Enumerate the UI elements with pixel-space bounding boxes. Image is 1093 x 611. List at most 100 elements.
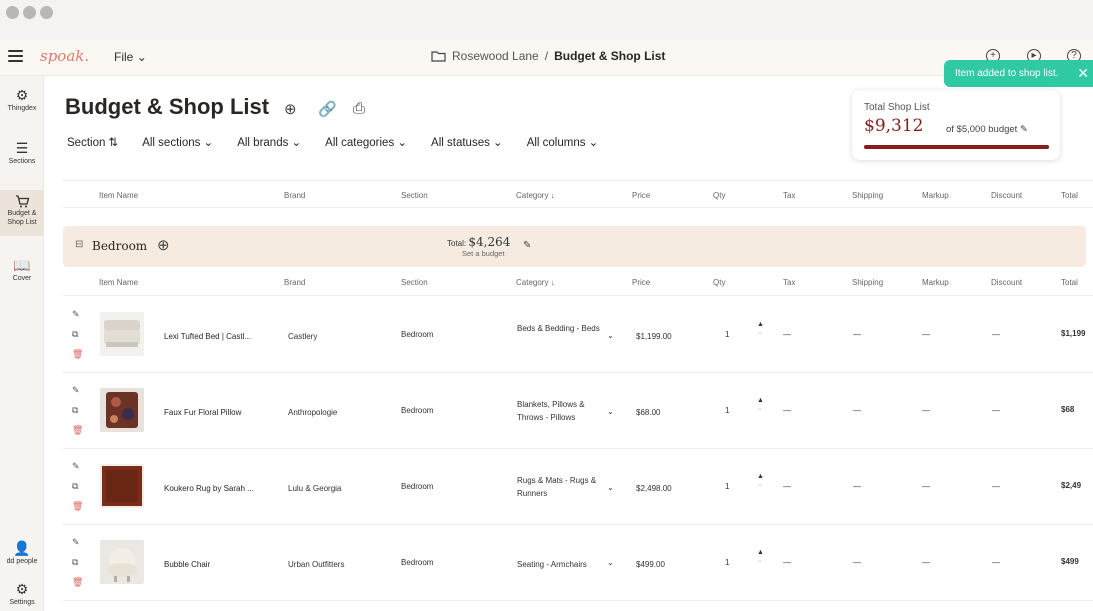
add-circle-icon[interactable]: ⊕ [157,236,170,254]
item-section[interactable]: Bedroom [401,482,433,491]
qty-stepper[interactable]: ▲ ⌄ [757,473,764,489]
item-shipping[interactable]: — [853,482,861,491]
section-header-bedroom[interactable]: ⊟ Bedroom ⊕ Total: $4,264 Set a budget ✎ [63,226,1086,267]
item-name[interactable]: Bubble Chair [164,560,210,569]
item-markup[interactable]: — [922,558,930,567]
pencil-icon[interactable]: ✎ [72,385,80,396]
item-price[interactable]: $1,199.00 [636,332,672,341]
sidebar-item-sections[interactable]: ☰ Sections [0,139,44,166]
filter-section-sort[interactable]: Section ⇅ [67,135,118,149]
item-qty[interactable]: 1 [725,330,729,339]
item-category[interactable]: Beds & Bedding - Beds [517,322,601,335]
close-icon[interactable]: ✕ [1077,65,1089,82]
chevron-down-icon[interactable]: ⌄ [607,407,614,416]
item-markup[interactable]: — [922,406,930,415]
trash-icon[interactable]: 🗑 [72,577,83,588]
item-image[interactable] [100,540,144,584]
move-icon[interactable]: ⧉ [72,405,78,416]
column-header: Section [401,278,428,287]
item-section[interactable]: Bedroom [401,406,433,415]
item-tax[interactable]: — [783,558,791,567]
menu-icon[interactable] [8,50,23,62]
collapse-icon[interactable]: ⊟ [75,239,83,250]
item-shipping[interactable]: — [853,406,861,415]
budget-progress-fill [864,145,1049,149]
trash-icon[interactable]: 🗑 [72,349,83,360]
window-close-dot[interactable] [6,6,19,19]
column-header[interactable]: Category ↓ [516,191,555,200]
item-shipping[interactable]: — [853,558,861,567]
item-discount[interactable]: — [992,330,1000,339]
pencil-icon[interactable]: ✎ [72,537,80,548]
item-tax[interactable]: — [783,330,791,339]
sidebar-item-budget-shop-list[interactable]: Budget & Shop List [0,190,44,236]
qty-stepper[interactable]: ▲ ⌄ [757,321,764,337]
item-discount[interactable]: — [992,406,1000,415]
item-section[interactable]: Bedroom [401,330,433,339]
add-circle-icon[interactable]: ⊕ [284,100,297,118]
item-image[interactable] [100,312,144,356]
chevron-down-icon[interactable]: ⌄ [607,331,614,340]
table-row[interactable]: ✎ ⧉ 🗑 Bubble Chair Urban Outfitters Bedr… [63,525,1093,601]
link-icon[interactable]: 🔗 [318,100,337,118]
item-image[interactable] [100,464,144,508]
window-maximize-dot[interactable] [40,6,53,19]
sidebar-item-add-people[interactable]: 👤 dd people [0,539,44,566]
item-price[interactable]: $2,498.00 [636,484,672,493]
item-name[interactable]: Lexi Tufted Bed | Castl... [164,332,251,341]
print-icon[interactable]: ⎙ [353,100,365,117]
item-section[interactable]: Bedroom [401,558,433,567]
chevron-down-icon[interactable]: ⌄ [607,558,614,567]
window-minimize-dot[interactable] [23,6,36,19]
move-icon[interactable]: ⧉ [72,329,78,340]
item-category[interactable]: Rugs & Mats - Rugs & Runners [517,474,601,500]
item-discount[interactable]: — [992,558,1000,567]
chevron-down-icon[interactable]: ⌄ [607,483,614,492]
item-name[interactable]: Faux Fur Floral Pillow [164,408,241,417]
trash-icon[interactable]: 🗑 [72,425,83,436]
trash-icon[interactable]: 🗑 [72,501,83,512]
breadcrumb: Rosewood Lane / Budget & Shop List [431,49,665,63]
item-name[interactable]: Koukero Rug by Sarah ... [164,484,254,493]
item-qty[interactable]: 1 [725,558,729,567]
table-row[interactable]: ✎ ⧉ 🗑 Faux Fur Floral Pillow Anthropolog… [63,373,1093,449]
sidebar-item-settings[interactable]: ⚙ Settings [0,580,44,607]
file-menu[interactable]: File ⌄ [114,50,147,64]
item-qty[interactable]: 1 [725,482,729,491]
total-shop-list-amount: $9,312 [864,116,924,136]
qty-stepper[interactable]: ▲ ⌄ [757,549,764,565]
sidebar-item-thingdex[interactable]: ⚙ Thingdex [0,86,44,113]
pencil-icon[interactable]: ✎ [1020,124,1028,135]
item-tax[interactable]: — [783,482,791,491]
filter-all-columns[interactable]: All columns ⌄ [527,135,599,149]
item-price[interactable]: $68.00 [636,408,660,417]
filter-all-statuses[interactable]: All statuses ⌄ [431,135,503,149]
filter-all-brands[interactable]: All brands ⌄ [237,135,301,149]
qty-stepper[interactable]: ▲ ⌄ [757,397,764,413]
item-category[interactable]: Blankets, Pillows & Throws - Pillows [517,398,601,424]
item-price[interactable]: $499.00 [636,560,665,569]
item-qty[interactable]: 1 [725,406,729,415]
move-icon[interactable]: ⧉ [72,481,78,492]
table-row[interactable]: ✎ ⧉ 🗑 Lexi Tufted Bed | Castl... Castler… [63,297,1093,373]
breadcrumb-project[interactable]: Rosewood Lane [452,49,539,63]
pencil-icon[interactable]: ✎ [523,240,531,251]
pencil-icon[interactable]: ✎ [72,461,80,472]
item-image[interactable] [100,388,144,432]
filter-all-sections[interactable]: All sections ⌄ [142,135,213,149]
move-icon[interactable]: ⧉ [72,557,78,568]
column-header[interactable]: Category ↓ [516,278,555,287]
set-budget-link[interactable]: Set a budget [462,249,505,258]
item-tax[interactable]: — [783,406,791,415]
filter-all-categories[interactable]: All categories ⌄ [325,135,407,149]
sidebar-item-cover[interactable]: 📖 Cover [0,256,44,283]
column-header: Price [632,191,651,200]
item-brand: Anthropologie [288,408,338,417]
item-markup[interactable]: — [922,330,930,339]
item-category[interactable]: Seating - Armchairs [517,558,601,571]
item-discount[interactable]: — [992,482,1000,491]
item-shipping[interactable]: — [853,330,861,339]
pencil-icon[interactable]: ✎ [72,309,80,320]
item-markup[interactable]: — [922,482,930,491]
table-row[interactable]: ✎ ⧉ 🗑 Koukero Rug by Sarah ... Lulu & Ge… [63,449,1093,525]
